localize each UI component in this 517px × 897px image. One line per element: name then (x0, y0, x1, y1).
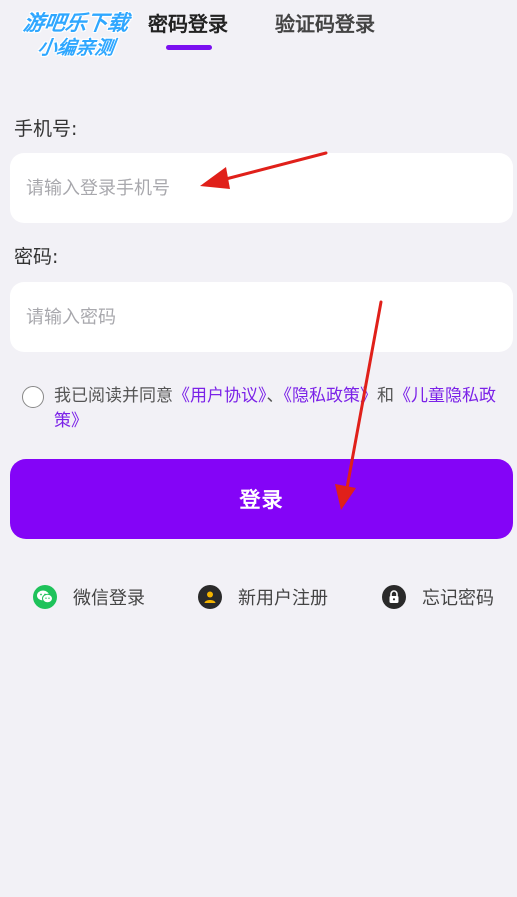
password-input-box (10, 282, 513, 352)
agreement-checkbox[interactable] (22, 386, 44, 408)
login-options: 微信登录 新用户注册 忘记密码 (0, 584, 517, 614)
wechat-login-label: 微信登录 (73, 588, 145, 609)
phone-label: 手机号: (14, 118, 78, 140)
lock-icon (382, 585, 406, 609)
tab-password-login[interactable]: 密码登录 (148, 8, 228, 40)
wechat-login-button[interactable]: 微信登录 (33, 584, 145, 610)
password-input[interactable] (10, 282, 513, 352)
tab-code-login[interactable]: 验证码登录 (275, 8, 375, 40)
register-label: 新用户注册 (238, 588, 328, 609)
forgot-password-button[interactable]: 忘记密码 (382, 584, 494, 610)
watermark-logo: 游吧乐下载 小编亲测 (8, 10, 144, 66)
phone-input[interactable] (10, 153, 513, 223)
login-page: 游吧乐下载 小编亲测 密码登录 验证码登录 手机号: 密码: 我已阅读并同意《用… (0, 0, 517, 897)
forgot-password-label: 忘记密码 (422, 588, 494, 609)
wechat-icon (33, 585, 57, 609)
privacy-policy-link[interactable]: 《隐私政策》 (284, 386, 378, 406)
agreement-and: 和 (377, 386, 394, 406)
user-agreement-link[interactable]: 《用户协议》 (173, 386, 267, 406)
annotation-arrows (200, 151, 383, 510)
phone-input-box (10, 153, 513, 223)
agreement-prefix: 我已阅读并同意 (54, 386, 173, 406)
watermark-line1: 游吧乐下载 (21, 11, 131, 35)
tab-active-indicator (166, 45, 212, 50)
register-button[interactable]: 新用户注册 (198, 584, 328, 610)
agreement-separator: 、 (266, 386, 284, 406)
agreement-row: 我已阅读并同意《用户协议》、《隐私政策》和《儿童隐私政策》 (22, 384, 502, 434)
watermark-line2: 小编亲测 (36, 37, 116, 59)
login-button[interactable]: 登录 (10, 459, 513, 539)
agreement-text: 我已阅读并同意《用户协议》、《隐私政策》和《儿童隐私政策》 (54, 384, 502, 434)
user-icon (198, 585, 222, 609)
password-label: 密码: (14, 246, 59, 268)
